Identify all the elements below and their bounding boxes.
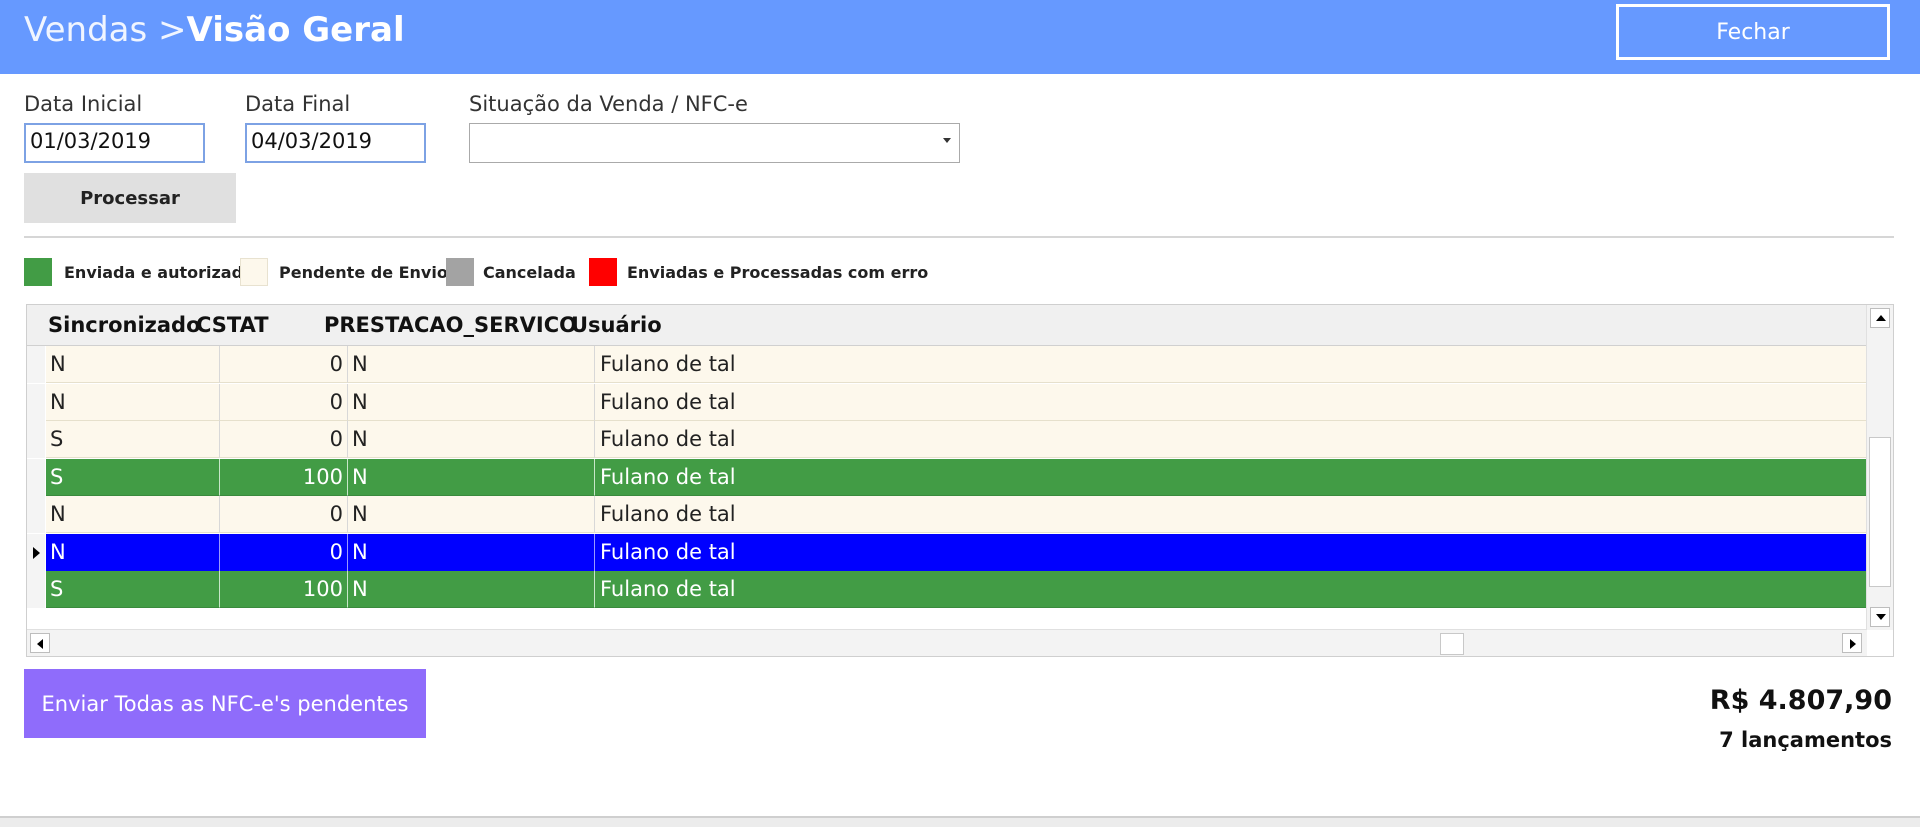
horizontal-scroll-thumb[interactable] xyxy=(1440,633,1464,655)
current-row-marker-icon xyxy=(33,546,40,559)
cell-prestacao-servico[interactable]: N xyxy=(348,346,595,383)
row-header[interactable] xyxy=(27,496,45,533)
cell-prestacao-servico[interactable]: N xyxy=(348,383,595,421)
row-header[interactable] xyxy=(27,571,45,608)
total-amount: R$ 4.807,90 xyxy=(1709,685,1892,716)
status-bar xyxy=(0,816,1920,827)
status-filter-label: Situação da Venda / NFC-e xyxy=(469,92,748,116)
row-header[interactable] xyxy=(27,421,45,458)
scroll-right-button[interactable] xyxy=(1842,633,1862,653)
table-row[interactable]: N 0 N Fulano de tal xyxy=(27,533,1867,571)
cell-usuario[interactable]: Fulano de tal xyxy=(595,383,1867,421)
legend-swatch-error xyxy=(589,258,617,286)
cell-prestacao-servico[interactable]: N xyxy=(348,533,595,571)
arrow-left-icon xyxy=(37,639,43,649)
entries-count: 7 lançamentos xyxy=(1719,728,1892,752)
status-filter-dropdown[interactable] xyxy=(469,123,960,163)
start-date-label: Data Inicial xyxy=(24,92,143,116)
vertical-scroll-thumb[interactable] xyxy=(1869,437,1891,587)
row-header[interactable] xyxy=(27,383,45,421)
cell-usuario[interactable]: Fulano de tal xyxy=(595,571,1867,608)
arrow-up-icon xyxy=(1876,315,1886,321)
column-header-cstat[interactable]: CSTAT xyxy=(196,313,269,337)
cell-sincronizado[interactable]: N xyxy=(46,346,220,383)
cell-sincronizado[interactable]: S xyxy=(46,421,220,458)
table-row[interactable]: S 100 N Fulano de tal xyxy=(27,458,1867,496)
arrow-right-icon xyxy=(1850,639,1856,649)
legend-label-authorized: Enviada e autorizada xyxy=(64,263,254,282)
cell-sincronizado[interactable]: N xyxy=(46,496,220,533)
cell-usuario[interactable]: Fulano de tal xyxy=(595,458,1867,496)
legend-swatch-cancelled xyxy=(446,258,474,286)
cell-usuario[interactable]: Fulano de tal xyxy=(595,496,1867,533)
end-date-label: Data Final xyxy=(245,92,351,116)
chevron-down-icon[interactable] xyxy=(943,138,951,143)
cell-cstat[interactable]: 0 xyxy=(220,383,348,421)
breadcrumb[interactable]: Vendas > xyxy=(24,10,187,50)
legend-label-cancelled: Cancelada xyxy=(483,263,576,282)
cell-sincronizado[interactable]: N xyxy=(46,533,220,571)
cell-sincronizado[interactable]: S xyxy=(46,571,220,608)
table-row[interactable]: S 100 N Fulano de tal xyxy=(27,571,1867,608)
start-date-input[interactable]: 01/03/2019 xyxy=(24,123,205,163)
legend-label-error: Enviadas e Processadas com erro xyxy=(627,263,929,282)
cell-usuario[interactable]: Fulano de tal xyxy=(595,533,1867,571)
cell-cstat[interactable]: 0 xyxy=(220,421,348,458)
cell-prestacao-servico[interactable]: N xyxy=(348,458,595,496)
scroll-down-button[interactable] xyxy=(1870,607,1890,627)
vertical-scrollbar[interactable] xyxy=(1866,305,1893,630)
cell-prestacao-servico[interactable]: N xyxy=(348,571,595,608)
cell-prestacao-servico[interactable]: N xyxy=(348,496,595,533)
scroll-up-button[interactable] xyxy=(1870,308,1890,328)
grid-header: Sincronizado CSTAT PRESTACAO_SERVICO Usu… xyxy=(27,305,1867,346)
column-header-usuario[interactable]: Usuário xyxy=(571,313,662,337)
end-date-input[interactable]: 04/03/2019 xyxy=(245,123,426,163)
row-header[interactable] xyxy=(27,458,45,496)
header-bar: Vendas >Visão Geral Fechar xyxy=(0,0,1920,74)
table-row[interactable]: S 0 N Fulano de tal xyxy=(27,421,1867,458)
cell-cstat[interactable]: 100 xyxy=(220,458,348,496)
legend-label-pending: Pendente de Envio xyxy=(279,263,448,282)
legend-swatch-authorized xyxy=(24,258,52,286)
table-row[interactable]: N 0 N Fulano de tal xyxy=(27,383,1867,421)
row-header[interactable] xyxy=(27,346,45,383)
cell-cstat[interactable]: 0 xyxy=(220,346,348,383)
table-row[interactable]: N 0 N Fulano de tal xyxy=(27,346,1867,383)
cell-cstat[interactable]: 100 xyxy=(220,571,348,608)
close-button[interactable]: Fechar xyxy=(1616,4,1890,60)
cell-prestacao-servico[interactable]: N xyxy=(348,421,595,458)
cell-cstat[interactable]: 0 xyxy=(220,533,348,571)
cell-usuario[interactable]: Fulano de tal xyxy=(595,346,1867,383)
cell-sincronizado[interactable]: S xyxy=(46,458,220,496)
divider xyxy=(24,236,1894,238)
process-button[interactable]: Processar xyxy=(24,173,236,223)
table-row[interactable]: N 0 N Fulano de tal xyxy=(27,496,1867,533)
scroll-left-button[interactable] xyxy=(30,633,50,653)
arrow-down-icon xyxy=(1876,614,1886,620)
legend-swatch-pending xyxy=(240,258,268,286)
cell-cstat[interactable]: 0 xyxy=(220,496,348,533)
cell-sincronizado[interactable]: N xyxy=(46,383,220,421)
page-title: Vendas >Visão Geral xyxy=(24,10,405,50)
column-header-sincronizado[interactable]: Sincronizado xyxy=(48,313,201,337)
cell-usuario[interactable]: Fulano de tal xyxy=(595,421,1867,458)
current-page-title: Visão Geral xyxy=(186,10,405,50)
sales-grid[interactable]: Sincronizado CSTAT PRESTACAO_SERVICO Usu… xyxy=(26,304,1894,657)
horizontal-scrollbar[interactable] xyxy=(27,629,1867,656)
row-header[interactable] xyxy=(27,533,45,571)
send-pending-nfce-button[interactable]: Enviar Todas as NFC-e's pendentes xyxy=(24,669,426,738)
column-header-prestacao-servico[interactable]: PRESTACAO_SERVICO xyxy=(324,313,577,337)
